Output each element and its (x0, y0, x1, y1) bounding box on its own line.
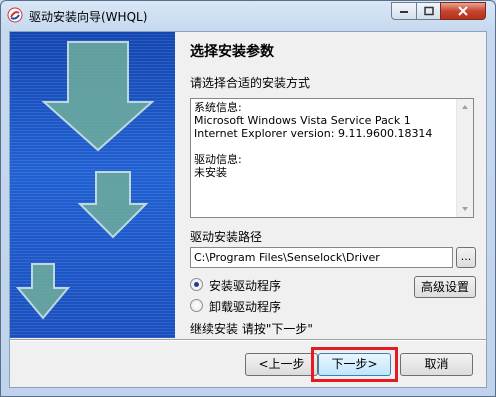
minimize-icon (400, 11, 408, 13)
install-path-input[interactable] (190, 247, 453, 268)
uninstall-radio[interactable] (190, 299, 203, 312)
title-bar[interactable]: 驱动安装向导(WHQL) (1, 1, 495, 30)
wizard-banner-image (10, 32, 175, 338)
info-line: Microsoft Windows Vista Service Pack 1 (194, 114, 411, 127)
info-line: 系统信息: (194, 101, 242, 114)
download-arrows-icon (15, 41, 155, 320)
installer-window: 驱动安装向导(WHQL) 选择安装参数 请选择合适的安装方式 系统信息: Mic… (0, 0, 496, 397)
uninstall-radio-label: 卸载驱动程序 (209, 300, 282, 314)
scroll-up-arrow-icon[interactable] (457, 99, 473, 115)
install-radio[interactable] (190, 278, 203, 291)
close-icon (458, 6, 468, 16)
info-line: Internet Explorer version: 9.11.9600.183… (194, 127, 433, 140)
cancel-button[interactable]: 取消 (400, 353, 473, 376)
info-line: 驱动信息: (194, 153, 242, 166)
vertical-scrollbar[interactable] (456, 99, 473, 217)
radio-selected-dot (194, 282, 199, 287)
browse-button[interactable]: ... (456, 247, 476, 268)
continue-hint: 继续安装 请按"下一步" (190, 322, 313, 336)
info-line: 未安装 (194, 166, 227, 179)
maximize-icon (423, 6, 434, 16)
system-info-textarea[interactable]: 系统信息: Microsoft Windows Vista Service Pa… (190, 98, 474, 218)
page-subtitle: 请选择合适的安装方式 (190, 76, 311, 90)
close-button[interactable] (440, 2, 486, 20)
install-path-label: 驱动安装路径 (190, 230, 263, 244)
scroll-down-arrow-icon[interactable] (457, 201, 473, 217)
maximize-button[interactable] (416, 2, 441, 20)
next-button-highlight (311, 347, 398, 382)
minimize-button[interactable] (391, 2, 417, 20)
footer-divider (10, 339, 486, 341)
system-info-text: 系统信息: Microsoft Windows Vista Service Pa… (194, 101, 456, 179)
advanced-settings-button[interactable]: 高级设置 (414, 276, 476, 298)
wizard-body: 选择安装参数 请选择合适的安装方式 系统信息: Microsoft Window… (9, 31, 487, 388)
install-radio-label: 安装驱动程序 (209, 279, 282, 293)
back-button[interactable]: <上一步 (245, 353, 318, 376)
page-title: 选择安装参数 (190, 44, 274, 60)
info-line (194, 140, 456, 153)
app-logo-icon (7, 7, 23, 23)
window-title: 驱动安装向导(WHQL) (29, 10, 148, 24)
